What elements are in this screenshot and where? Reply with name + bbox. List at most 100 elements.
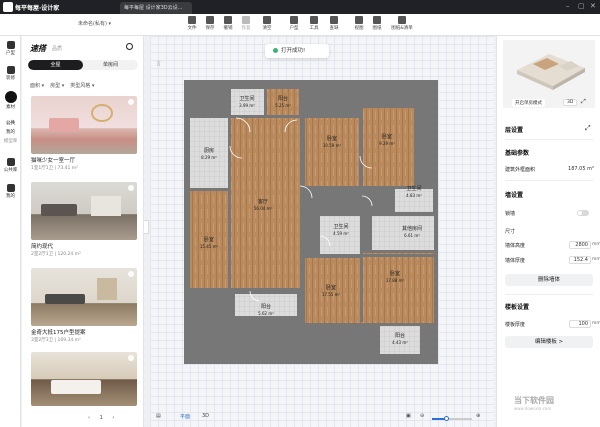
tool-view[interactable]: 视图 xyxy=(350,16,368,31)
maximize-icon[interactable]: ▢ xyxy=(578,2,585,10)
svg-text:卫生间: 卫生间 xyxy=(239,95,254,102)
svg-text:5.25 m²: 5.25 m² xyxy=(275,103,291,108)
next-page-icon[interactable]: › xyxy=(112,415,114,421)
size-title: 尺寸 xyxy=(505,229,516,235)
design-canvas[interactable]: 卫生间 3.99 m² 阳台 5.25 m² 厨房 8.29 m² 客厅 56.04 m… xyxy=(150,36,494,427)
compass-icon[interactable]: ⊼ xyxy=(156,60,161,68)
prev-page-icon[interactable]: ‹ xyxy=(88,415,90,421)
lock-wall-toggle[interactable] xyxy=(577,210,589,216)
design-card[interactable] xyxy=(31,352,137,406)
quick-build-icon xyxy=(4,91,17,103)
zoom-out-icon[interactable]: ⊖ xyxy=(420,413,424,419)
list-icon xyxy=(398,16,406,24)
rail-mine[interactable]: 我的 xyxy=(0,129,21,135)
tab-single-room[interactable]: 单房间 xyxy=(83,60,138,70)
tool-check[interactable]: 查缺 xyxy=(325,16,343,31)
close-icon[interactable]: ✕ xyxy=(590,2,596,10)
wall-thickness-label: 墙体厚度 xyxy=(505,258,526,264)
minimize-icon[interactable]: – xyxy=(566,2,570,10)
drawing-icon xyxy=(373,16,381,24)
rail-model-lib[interactable]: 模型库 xyxy=(0,138,21,144)
app-window: 每平每屋·设计家 每平每屋 设计家3D云设... – ▢ ✕ 未命名(私有) ▾… xyxy=(0,0,600,427)
tool-floorplan[interactable]: 户型 xyxy=(285,16,303,31)
page-number[interactable]: 1 xyxy=(100,415,103,421)
svg-text:8.29 m²: 8.29 m² xyxy=(201,155,217,160)
tool-clear[interactable]: 清空 xyxy=(258,16,276,31)
single-room-mode-button[interactable]: 开启单房模式 xyxy=(512,99,545,107)
slab-settings-title: 楼板设置 xyxy=(505,304,530,311)
svg-text:客厅: 客厅 xyxy=(258,198,268,205)
slab-thickness-input[interactable]: 100 xyxy=(569,320,591,328)
success-icon xyxy=(273,47,278,53)
zoom-in-icon[interactable]: ⊕ xyxy=(476,413,480,419)
tool-drawings-list[interactable]: 图纸&清单 xyxy=(388,16,416,31)
design-card[interactable]: 猫咪少女一室一厅 1室1厅1卫 | 73.41 m² xyxy=(31,96,137,171)
rail-decor[interactable]: 装修 xyxy=(0,66,21,81)
info-icon[interactable] xyxy=(128,271,134,277)
svg-text:卫生间: 卫生间 xyxy=(333,223,348,230)
top-toolbar: 未命名(私有) ▾ 文件 保存 撤销 恢复 清空 户型 工具 查缺 视图 图纸 … xyxy=(0,14,600,36)
3d-preview[interactable]: 开启单房模式 3D ⤢ xyxy=(503,40,595,108)
fullscreen-icon[interactable]: ⤢ xyxy=(585,124,591,133)
pagination: ‹ 1 › xyxy=(88,415,114,421)
expand-icon[interactable]: ⤢ xyxy=(581,98,586,106)
design-card[interactable]: 金奇大抵175户型提案 3室2厅3卫 | 169.34 m² xyxy=(31,268,137,343)
floorplan-icon xyxy=(6,41,15,49)
tool-redo[interactable]: 恢复 xyxy=(237,16,255,31)
zoom-slider-handle[interactable] xyxy=(444,416,449,421)
filter-style[interactable]: 类型风格 ▾ xyxy=(70,82,94,89)
tools-icon xyxy=(310,16,318,24)
3d-model-thumbnail xyxy=(517,54,585,90)
tab-whole-house[interactable]: 全屋 xyxy=(28,60,83,70)
tool-drawings[interactable]: 图纸 xyxy=(368,16,386,31)
view-2d-button[interactable]: 平面 xyxy=(180,413,190,420)
rail-floorplan[interactable]: 户型 xyxy=(0,41,21,56)
properties-panel: 开启单房模式 3D ⤢ 层设置 ⤢ 基础参数 建筑外框面积 187.05 m² … xyxy=(496,36,600,427)
tool-save[interactable]: 保存 xyxy=(201,16,219,31)
info-icon[interactable] xyxy=(128,99,134,105)
rail-my[interactable]: 我的 xyxy=(0,184,21,199)
fit-view-icon[interactable]: ▣ xyxy=(406,413,411,419)
svg-text:4.43 m²: 4.43 m² xyxy=(392,340,408,345)
svg-text:6.61 m²: 6.61 m² xyxy=(404,233,420,238)
delete-wall-button[interactable]: 删除墙体 xyxy=(505,274,593,286)
scope-tabs: 全屋 单房间 xyxy=(28,60,138,70)
area-value: 187.05 m² xyxy=(568,166,594,172)
search-icon[interactable] xyxy=(126,43,133,50)
project-name[interactable]: 未命名(私有) ▾ xyxy=(78,20,111,27)
tool-undo[interactable]: 撤销 xyxy=(219,16,237,31)
view-3d-button[interactable]: 3D xyxy=(202,413,209,419)
tool-file[interactable]: 文件 xyxy=(183,16,201,31)
collapse-panel-handle[interactable] xyxy=(144,220,149,234)
svg-text:3.99 m²: 3.99 m² xyxy=(239,103,255,108)
design-thumbnail xyxy=(31,268,137,326)
wall-thickness-unit: mm xyxy=(592,257,600,262)
app-name: 每平每屋·设计家 xyxy=(15,4,60,12)
tool-tools[interactable]: 工具 xyxy=(305,16,323,31)
design-card[interactable]: 简约现代 2室2厅1卫 | 120.24 m² xyxy=(31,182,137,257)
svg-text:卧室: 卧室 xyxy=(326,284,336,291)
check-icon xyxy=(330,16,338,24)
info-icon[interactable] xyxy=(128,185,134,191)
info-icon[interactable] xyxy=(128,355,134,361)
browser-tab[interactable]: 每平每屋 设计家3D云设... xyxy=(120,2,192,14)
rail-quick[interactable]: 素材 xyxy=(0,91,21,110)
floorplan-svg: 卫生间3.99 m² 阳台5.25 m² 厨房8.29 m² 客厅56.04 m… xyxy=(184,80,438,364)
filter-type[interactable]: 房型 ▾ xyxy=(50,82,64,89)
rail-public[interactable]: 公共 xyxy=(0,120,21,126)
rail-public-lib[interactable]: 公共库 xyxy=(0,158,21,173)
lock-wall-label: 锁墙 xyxy=(505,211,516,217)
panel-subtitle[interactable]: 品质 xyxy=(52,45,62,52)
preview-3d-toggle[interactable]: 3D xyxy=(563,99,578,106)
card-subtitle: 3室2厅3卫 | 169.34 m² xyxy=(31,338,81,343)
wall-thickness-input[interactable]: 152.4 xyxy=(569,256,591,264)
wall-height-input[interactable]: 2800 xyxy=(569,241,591,249)
toast-message: 打开成功! xyxy=(265,44,329,58)
edit-slab-button[interactable]: 编辑楼板 > xyxy=(505,336,593,348)
camera-icon xyxy=(355,16,363,24)
layers-icon[interactable]: ▤ xyxy=(156,413,161,419)
logo-icon xyxy=(3,2,13,12)
filter-area[interactable]: 面积 ▾ xyxy=(30,82,44,89)
floor-settings-title: 层设置 xyxy=(505,127,524,134)
zoom-slider[interactable] xyxy=(432,418,472,420)
